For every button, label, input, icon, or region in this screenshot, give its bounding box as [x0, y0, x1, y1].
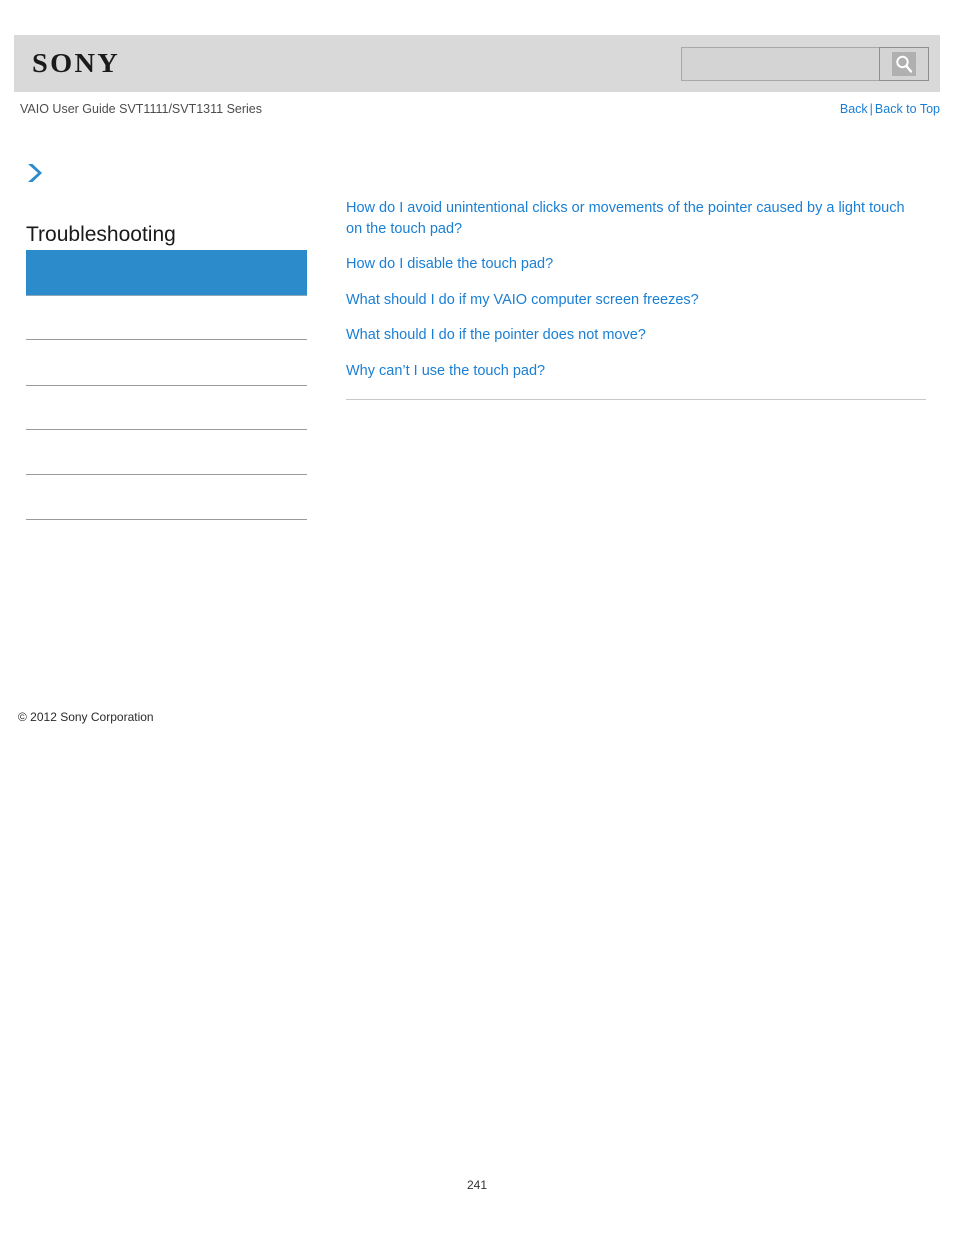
sidebar-item[interactable]: [26, 340, 307, 386]
content-link[interactable]: Why can’t I use the touch pad?: [346, 361, 911, 382]
guide-title: VAIO User Guide SVT1111/SVT1311 Series: [20, 102, 263, 116]
header-nav-links: Back | Back to Top: [840, 102, 940, 116]
search-area: [681, 47, 929, 81]
content-link[interactable]: What should I do if my VAIO computer scr…: [346, 290, 911, 311]
search-input[interactable]: [681, 47, 879, 81]
header-bar: SONY: [14, 35, 940, 92]
content-divider: [346, 399, 926, 400]
sidebar-nav: [26, 250, 307, 520]
main-content: How do I avoid unintentional clicks or m…: [346, 198, 926, 400]
page-number: 241: [466, 1178, 488, 1192]
sidebar-item[interactable]: [26, 296, 307, 340]
back-to-top-link[interactable]: Back to Top: [875, 102, 940, 116]
search-icon: [892, 52, 916, 76]
search-button[interactable]: [879, 47, 929, 81]
sidebar-item[interactable]: [26, 386, 307, 430]
content-link[interactable]: What should I do if the pointer does not…: [346, 325, 911, 346]
content-link[interactable]: How do I avoid unintentional clicks or m…: [346, 198, 911, 239]
sidebar-item[interactable]: [26, 430, 307, 475]
back-link[interactable]: Back: [840, 102, 868, 116]
copyright-text: © 2012 Sony Corporation: [18, 710, 154, 724]
sidebar-item[interactable]: [26, 475, 307, 520]
link-separator: |: [869, 102, 873, 116]
sony-logo: SONY: [32, 48, 121, 78]
content-link[interactable]: How do I disable the touch pad?: [346, 254, 911, 275]
page-title: Troubleshooting: [26, 223, 176, 246]
chevron-right-icon[interactable]: [25, 162, 45, 184]
sidebar-item-active[interactable]: [26, 250, 307, 296]
